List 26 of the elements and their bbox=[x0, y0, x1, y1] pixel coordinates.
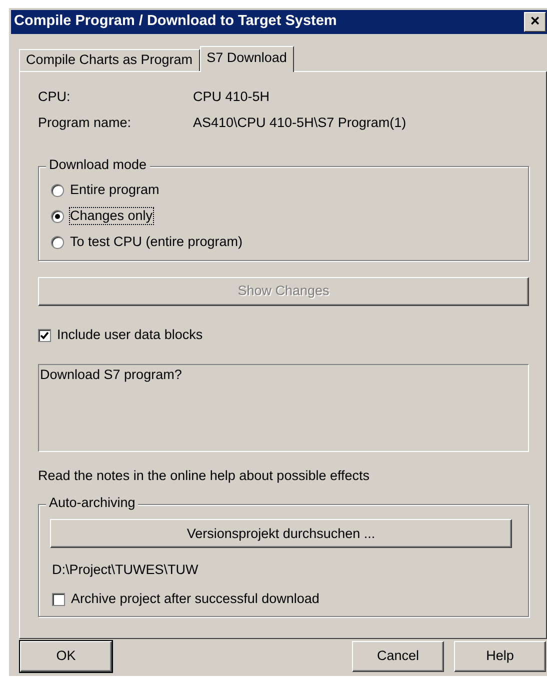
field-label: Program name: bbox=[38, 114, 132, 132]
note-text: Read the notes in the online help about possible effects bbox=[38, 468, 370, 484]
radio-button[interactable] bbox=[51, 236, 64, 248]
field-label: CPU: bbox=[38, 88, 72, 106]
checkbox-label[interactable]: Include user data blocks bbox=[57, 326, 203, 344]
checkbox[interactable] bbox=[38, 328, 51, 342]
radio-label[interactable]: Entire program bbox=[70, 182, 160, 198]
group-title: Auto-archiving bbox=[46, 496, 138, 512]
tab[interactable]: Compile Charts as Program bbox=[19, 49, 200, 71]
radio-label[interactable]: Changes only bbox=[70, 208, 153, 224]
dialog-button[interactable]: Cancel bbox=[352, 641, 444, 672]
dialog-button[interactable]: Help bbox=[454, 641, 546, 672]
checkbox[interactable] bbox=[52, 592, 65, 606]
field-value: CPU 410-5H bbox=[193, 88, 270, 106]
radio-button[interactable] bbox=[51, 210, 64, 222]
browse-button[interactable]: Versionsprojekt durchsuchen ... bbox=[50, 519, 512, 548]
window-title: Compile Program / Download to Target System bbox=[14, 13, 338, 31]
radio-button[interactable] bbox=[51, 184, 64, 196]
checkbox-label[interactable]: Archive project after successful download bbox=[71, 591, 320, 608]
dialog-button[interactable]: OK bbox=[20, 641, 112, 672]
field-value: AS410\CPU 410-5H\S7 Program(1) bbox=[193, 114, 406, 132]
path-text: D:\Project\TUWES\TUW bbox=[52, 562, 200, 578]
radio-label[interactable]: To test CPU (entire program) bbox=[70, 234, 243, 250]
tab[interactable]: S7 Download bbox=[200, 46, 294, 72]
message-text: Download S7 program? bbox=[40, 367, 182, 382]
close-button[interactable]: × bbox=[524, 12, 546, 32]
